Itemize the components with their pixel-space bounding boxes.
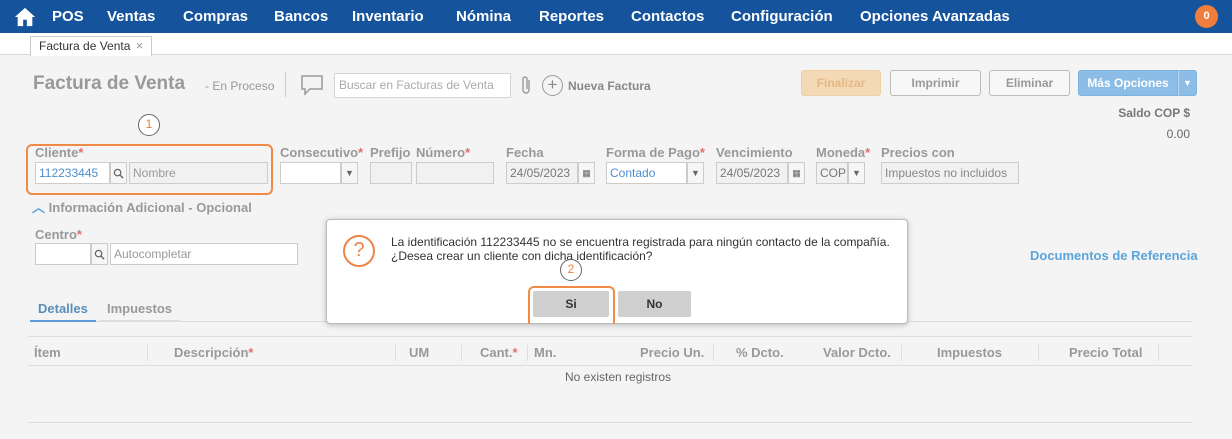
balance-value: 0.00	[1166, 127, 1190, 141]
nav-reportes[interactable]: Reportes	[539, 0, 604, 33]
new-invoice-link[interactable]: Nueva Factura	[568, 79, 651, 93]
consecutive-select[interactable]	[280, 162, 341, 184]
col-divider	[1158, 345, 1159, 361]
divider	[285, 72, 286, 97]
prefix-label: Prefijo	[370, 145, 411, 160]
dialog-message-line2: ¿Desea crear un cliente con dicha identi…	[391, 249, 653, 263]
finalize-button[interactable]: Finalizar	[801, 70, 881, 96]
nav-nomina[interactable]: Nómina	[456, 0, 511, 33]
nav-pos[interactable]: POS	[52, 0, 84, 33]
balance-label: Saldo COP $	[1118, 106, 1190, 120]
number-label: Número*	[416, 145, 471, 160]
date-input[interactable]: 24/05/2023	[506, 162, 578, 184]
nav-bancos[interactable]: Bancos	[274, 0, 328, 33]
center-label: Centro*	[35, 227, 82, 242]
col-um: UM	[409, 345, 430, 360]
date-label: Fecha	[506, 145, 544, 160]
consecutive-dropdown-icon[interactable]: ▼	[341, 162, 358, 184]
nav-contactos[interactable]: Contactos	[631, 0, 704, 33]
document-tab-bar: Factura de Venta ×	[0, 33, 1232, 56]
print-button[interactable]: Imprimir	[890, 70, 981, 96]
calendar-icon[interactable]: ▦	[578, 162, 595, 184]
table-bottom-border	[28, 422, 1192, 423]
tab-label: Factura de Venta	[39, 39, 131, 53]
currency-select[interactable]: COP	[816, 162, 848, 184]
step-marker-2: 2	[560, 259, 582, 281]
comment-icon[interactable]	[300, 74, 324, 96]
prices-select[interactable]: Impuestos no incluidos	[881, 162, 1019, 184]
status-text: - En Proceso	[205, 79, 275, 93]
col-taxes: Impuestos	[937, 345, 1003, 360]
col-divider	[147, 345, 148, 361]
col-divider	[1038, 345, 1039, 361]
number-input	[416, 162, 494, 184]
consecutive-label: Consecutivo*	[280, 145, 364, 160]
tab-detalles[interactable]: Detalles	[30, 300, 96, 322]
dialog-message: La identificación 112233445 no se encuen…	[391, 235, 890, 263]
nav-compras[interactable]: Compras	[183, 0, 248, 33]
more-options-button[interactable]: Más Opciones	[1078, 70, 1178, 96]
highlight-client	[26, 144, 273, 195]
tab-factura-de-venta[interactable]: Factura de Venta ×	[30, 36, 153, 56]
no-button[interactable]: No	[618, 291, 691, 317]
highlight-yes-button	[528, 286, 615, 324]
col-divider	[461, 345, 462, 361]
col-item: Ítem	[34, 345, 61, 360]
col-quantity: Cant.*	[480, 345, 518, 360]
close-tab-icon[interactable]: ×	[136, 38, 144, 53]
nav-opciones-avanzadas[interactable]: Opciones Avanzadas	[860, 0, 1010, 33]
center-autocomplete-input[interactable]: Autocompletar	[110, 243, 298, 265]
col-total-price: Precio Total	[1069, 345, 1143, 360]
additional-info-toggle[interactable]: ︿ Información Adicional - Opcional	[32, 197, 252, 216]
col-divider	[713, 345, 714, 361]
currency-label: Moneda*	[816, 145, 871, 160]
confirm-create-client-dialog: ? La identificación 112233445 no se encu…	[326, 219, 908, 324]
center-search-icon[interactable]	[91, 243, 108, 265]
question-icon: ?	[343, 235, 375, 267]
currency-dropdown-icon[interactable]: ▼	[848, 162, 865, 184]
col-unit-price: Precio Un.	[640, 345, 705, 360]
payment-form-select[interactable]: Contado	[606, 162, 687, 184]
home-icon[interactable]	[14, 6, 36, 28]
col-description: Descripción*	[174, 345, 254, 360]
nav-ventas[interactable]: Ventas	[107, 0, 155, 33]
top-navbar: POS Ventas Compras Bancos Inventario Nóm…	[0, 0, 1232, 33]
nav-inventario[interactable]: Inventario	[352, 0, 424, 33]
col-discount-value: Valor Dcto.	[823, 345, 891, 360]
prefix-input	[370, 162, 412, 184]
due-date-input[interactable]: 24/05/2023	[716, 162, 788, 184]
delete-button[interactable]: Eliminar	[989, 70, 1070, 96]
empty-table-message: No existen registros	[565, 370, 672, 384]
dialog-message-line1: La identificación 112233445 no se encuen…	[391, 235, 890, 249]
nav-configuracion[interactable]: Configuración	[731, 0, 833, 33]
payment-form-dropdown-icon[interactable]: ▼	[687, 162, 704, 184]
reference-documents-link[interactable]: Documentos de Referencia	[1030, 248, 1198, 263]
due-calendar-icon[interactable]: ▦	[788, 162, 805, 184]
payment-form-label: Forma de Pago*	[606, 145, 705, 160]
step-marker-1: 1	[138, 114, 160, 136]
prices-label: Precios con	[881, 145, 955, 160]
due-date-label: Vencimiento	[716, 145, 793, 160]
search-input[interactable]: Buscar en Facturas de Venta	[334, 73, 511, 98]
add-icon[interactable]: +	[542, 75, 563, 96]
attachment-icon[interactable]	[519, 74, 533, 96]
col-divider	[395, 345, 396, 361]
chevron-up-icon: ︿	[32, 200, 46, 215]
col-divider	[901, 345, 902, 361]
col-divider	[527, 345, 528, 361]
additional-info-label: Información Adicional - Opcional	[48, 200, 252, 215]
col-mn: Mn.	[534, 345, 557, 360]
more-options-caret-icon[interactable]: ▼	[1178, 70, 1197, 96]
items-table-header: Ítem Descripción* UM Cant.* Mn. Precio U…	[28, 336, 1192, 366]
page-title: Factura de Venta	[33, 73, 186, 94]
notification-badge[interactable]: 0	[1195, 5, 1218, 28]
center-code-input[interactable]	[35, 243, 91, 265]
tab-impuestos[interactable]: Impuestos	[99, 300, 181, 322]
col-discount-pct: % Dcto.	[736, 345, 784, 360]
